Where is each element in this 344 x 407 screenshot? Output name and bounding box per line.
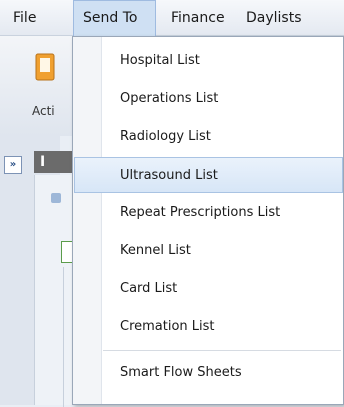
panel-icon [51, 193, 61, 203]
actions-icon[interactable] [33, 52, 57, 82]
menu-file[interactable]: File [4, 0, 45, 36]
panel-header: I [34, 151, 74, 173]
menu-item-label: Smart Flow Sheets [120, 365, 242, 380]
expand-panel-button[interactable]: » [4, 156, 22, 174]
menu-item-label: Card List [120, 281, 178, 296]
panel-body [34, 175, 75, 407]
menu-item-label: Cremation List [120, 319, 215, 334]
menu-item-label: Operations List [120, 91, 219, 106]
menu-item-ultrasound-list[interactable]: Ultrasound List [74, 157, 343, 193]
send-to-dropdown: Hospital List Operations List Radiology … [72, 36, 344, 405]
menu-item-label: Hospital List [120, 53, 200, 68]
menu-item-label: Repeat Prescriptions List [120, 205, 281, 220]
menu-item-kennel-list[interactable]: Kennel List [74, 233, 343, 269]
menu-item-card-list[interactable]: Card List [74, 271, 343, 307]
menu-item-smart-flow-sheets[interactable]: Smart Flow Sheets [74, 355, 343, 391]
menu-finance[interactable]: Finance [162, 0, 234, 36]
panel-header-text: I [40, 154, 46, 170]
divider [63, 267, 64, 407]
menu-item-operations-list[interactable]: Operations List [74, 81, 343, 117]
menu-item-hospital-list[interactable]: Hospital List [74, 43, 343, 79]
actions-button-label: Acti [32, 104, 55, 118]
menu-item-radiology-list[interactable]: Radiology List [74, 119, 343, 155]
menu-item-label: Ultrasound List [120, 168, 218, 183]
menu-daylists[interactable]: Daylists [237, 0, 311, 36]
menu-bar: File Send To Finance Daylists [0, 0, 344, 36]
menu-item-label: Kennel List [120, 243, 191, 258]
menu-separator [103, 350, 341, 351]
menu-send-to[interactable]: Send To [73, 0, 156, 36]
menu-item-cremation-list[interactable]: Cremation List [74, 309, 343, 345]
menu-item-repeat-prescriptions-list[interactable]: Repeat Prescriptions List [74, 195, 343, 231]
menu-item-label: Radiology List [120, 129, 211, 144]
